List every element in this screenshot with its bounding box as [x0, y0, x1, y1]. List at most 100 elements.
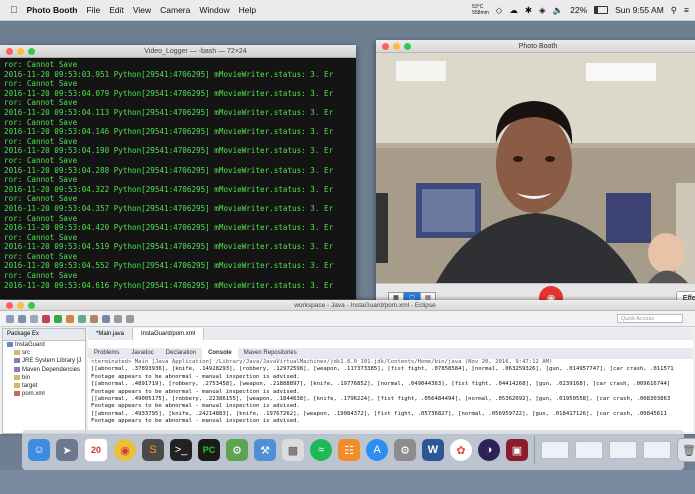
- menu-view[interactable]: View: [133, 5, 151, 15]
- menu-file[interactable]: File: [86, 5, 100, 15]
- bluetooth-icon[interactable]: ✱: [525, 5, 532, 16]
- tab-javadoc[interactable]: Javadoc: [125, 348, 159, 359]
- camera-preview-image: [376, 53, 695, 283]
- cloud-icon[interactable]: ☁: [509, 5, 518, 16]
- tree-item[interactable]: Maven Dependencies: [5, 366, 85, 374]
- print-icon[interactable]: [30, 314, 38, 323]
- quick-access-input[interactable]: Quick Access: [617, 314, 683, 323]
- tree-item[interactable]: JRE System Library [J: [5, 357, 85, 365]
- minimize-button[interactable]: [17, 301, 24, 309]
- terminal-line: ror: Cannot Save: [4, 175, 78, 185]
- open-type-icon[interactable]: [90, 314, 98, 323]
- app-store-icon[interactable]: A: [366, 439, 388, 461]
- console-output[interactable]: <terminated> Main [Java Application] /Li…: [88, 359, 693, 432]
- tree-item[interactable]: src: [5, 349, 85, 357]
- notification-center-icon[interactable]: ≡: [684, 5, 689, 15]
- spotify-icon[interactable]: ≈: [310, 439, 332, 461]
- tab-main-java[interactable]: *Main.java: [88, 328, 134, 340]
- editor-area[interactable]: [88, 340, 693, 348]
- spotlight-icon[interactable]: ⚲: [671, 5, 677, 16]
- tab-declaration[interactable]: Declaration: [160, 348, 202, 359]
- zoom-button[interactable]: [28, 47, 35, 55]
- terminal-titlebar[interactable]: Video_Logger — -bash — 72×24: [0, 45, 356, 58]
- menu-help[interactable]: Help: [239, 5, 256, 15]
- eclipse-icon[interactable]: ◑: [478, 439, 500, 461]
- library-icon: [14, 358, 20, 364]
- tree-item[interactable]: pom.xml: [5, 390, 85, 398]
- photo-booth-icon[interactable]: ▣: [506, 439, 528, 461]
- navigate-back-icon[interactable]: [114, 314, 122, 323]
- finder-icon[interactable]: ☺: [28, 439, 50, 461]
- minimized-window-thumbnail[interactable]: [643, 441, 671, 459]
- search-icon[interactable]: [102, 314, 110, 323]
- word-icon[interactable]: W: [422, 439, 444, 461]
- tree-item[interactable]: InstaGuard: [5, 341, 85, 349]
- xml-file-icon: [14, 391, 20, 397]
- minimized-window-thumbnail[interactable]: [541, 441, 569, 459]
- system-preferences-icon[interactable]: ⚙: [394, 439, 416, 461]
- terminal-icon[interactable]: >_: [170, 439, 192, 461]
- debug-icon[interactable]: [42, 314, 50, 323]
- launchpad-icon[interactable]: ➤: [56, 439, 78, 461]
- apple-menu-icon[interactable]: : [10, 5, 18, 16]
- battery-percent[interactable]: 22%: [570, 5, 587, 15]
- menu-camera[interactable]: Camera: [160, 5, 190, 15]
- navigate-forward-icon[interactable]: [126, 314, 134, 323]
- console-line: Footage appears to be abnormal - manual …: [91, 388, 300, 395]
- tree-item-label: JRE System Library [J: [22, 358, 82, 365]
- photo-booth-window[interactable]: Photo Booth ▦ ▢ ▤ ◉ Effe: [376, 40, 695, 311]
- tree-item[interactable]: bin: [5, 374, 85, 382]
- tab-problems[interactable]: Problems: [88, 348, 125, 359]
- calendar-icon[interactable]: 20: [84, 438, 108, 462]
- tree-item-label: bin: [22, 374, 31, 381]
- minimize-button[interactable]: [393, 42, 400, 50]
- terminal-line: 2016-11-20 09:53:04.357 Python[29541:470…: [4, 203, 334, 213]
- new-java-project-icon[interactable]: [78, 314, 86, 323]
- zoom-button[interactable]: [28, 301, 35, 309]
- eclipse-titlebar[interactable]: workspace - Java - InstaGuard/pom.xml - …: [0, 300, 695, 311]
- close-button[interactable]: [6, 301, 13, 309]
- terminal-line: 2016-11-20 09:53:04.113 Python[29541:470…: [4, 107, 334, 117]
- save-icon[interactable]: [18, 314, 26, 323]
- tab-pom-xml[interactable]: InstaGuard/pom.xml: [133, 328, 205, 340]
- external-tools-icon[interactable]: [66, 314, 74, 323]
- menu-app-name[interactable]: Photo Booth: [27, 5, 78, 15]
- trash-icon[interactable]: 🗑: [677, 438, 695, 462]
- terminal-line: ror: Cannot Save: [4, 60, 78, 69]
- chrome-icon[interactable]: ◉: [114, 439, 136, 461]
- dropbox-icon[interactable]: ◇: [496, 5, 503, 16]
- terminal-window[interactable]: Video_Logger — -bash — 72×24 ror: Cannot…: [0, 45, 356, 299]
- console-line: Footage appears to be abnormal - manual …: [91, 403, 300, 410]
- close-button[interactable]: [6, 47, 13, 55]
- tab-maven-repositories[interactable]: Maven Repositories: [238, 348, 303, 359]
- eclipse-window[interactable]: workspace - Java - InstaGuard/pom.xml - …: [0, 300, 695, 434]
- tab-console[interactable]: Console: [202, 348, 238, 359]
- android-studio-icon[interactable]: ⚙: [226, 439, 248, 461]
- ibooks-icon[interactable]: ☷: [338, 439, 360, 461]
- package-explorer-tab[interactable]: Package Ex: [3, 329, 85, 341]
- sublime-text-icon[interactable]: S: [142, 439, 164, 461]
- console-line: [[abnormal, .49005175], [robbery, .22386…: [91, 396, 671, 403]
- menu-edit[interactable]: Edit: [109, 5, 124, 15]
- volume-icon[interactable]: 🔈: [553, 5, 564, 16]
- wifi-icon[interactable]: ◈: [539, 5, 546, 16]
- new-icon[interactable]: [6, 314, 14, 323]
- menu-clock[interactable]: Sun 9:55 AM: [615, 5, 664, 15]
- xcode-icon[interactable]: ⚒: [254, 439, 276, 461]
- terminal-line: ror: Cannot Save: [4, 136, 78, 146]
- zoom-button[interactable]: [404, 42, 411, 50]
- preview-icon[interactable]: ▩: [282, 439, 304, 461]
- terminal-output[interactable]: ror: Cannot Save 2016-11-20 09:53:03.951 …: [0, 58, 356, 298]
- menu-window[interactable]: Window: [199, 5, 229, 15]
- run-icon[interactable]: [54, 314, 62, 323]
- pycharm-icon[interactable]: PC: [198, 439, 220, 461]
- tree-item[interactable]: target: [5, 382, 85, 390]
- photos-icon[interactable]: ✿: [450, 439, 472, 461]
- weather-widget[interactable]: 53°C 558mm: [472, 4, 489, 16]
- battery-icon[interactable]: [594, 6, 609, 14]
- photo-booth-titlebar[interactable]: Photo Booth: [376, 40, 695, 53]
- close-button[interactable]: [382, 42, 389, 50]
- minimized-window-thumbnail[interactable]: [609, 441, 637, 459]
- minimize-button[interactable]: [17, 47, 24, 55]
- minimized-window-thumbnail[interactable]: [575, 441, 603, 459]
